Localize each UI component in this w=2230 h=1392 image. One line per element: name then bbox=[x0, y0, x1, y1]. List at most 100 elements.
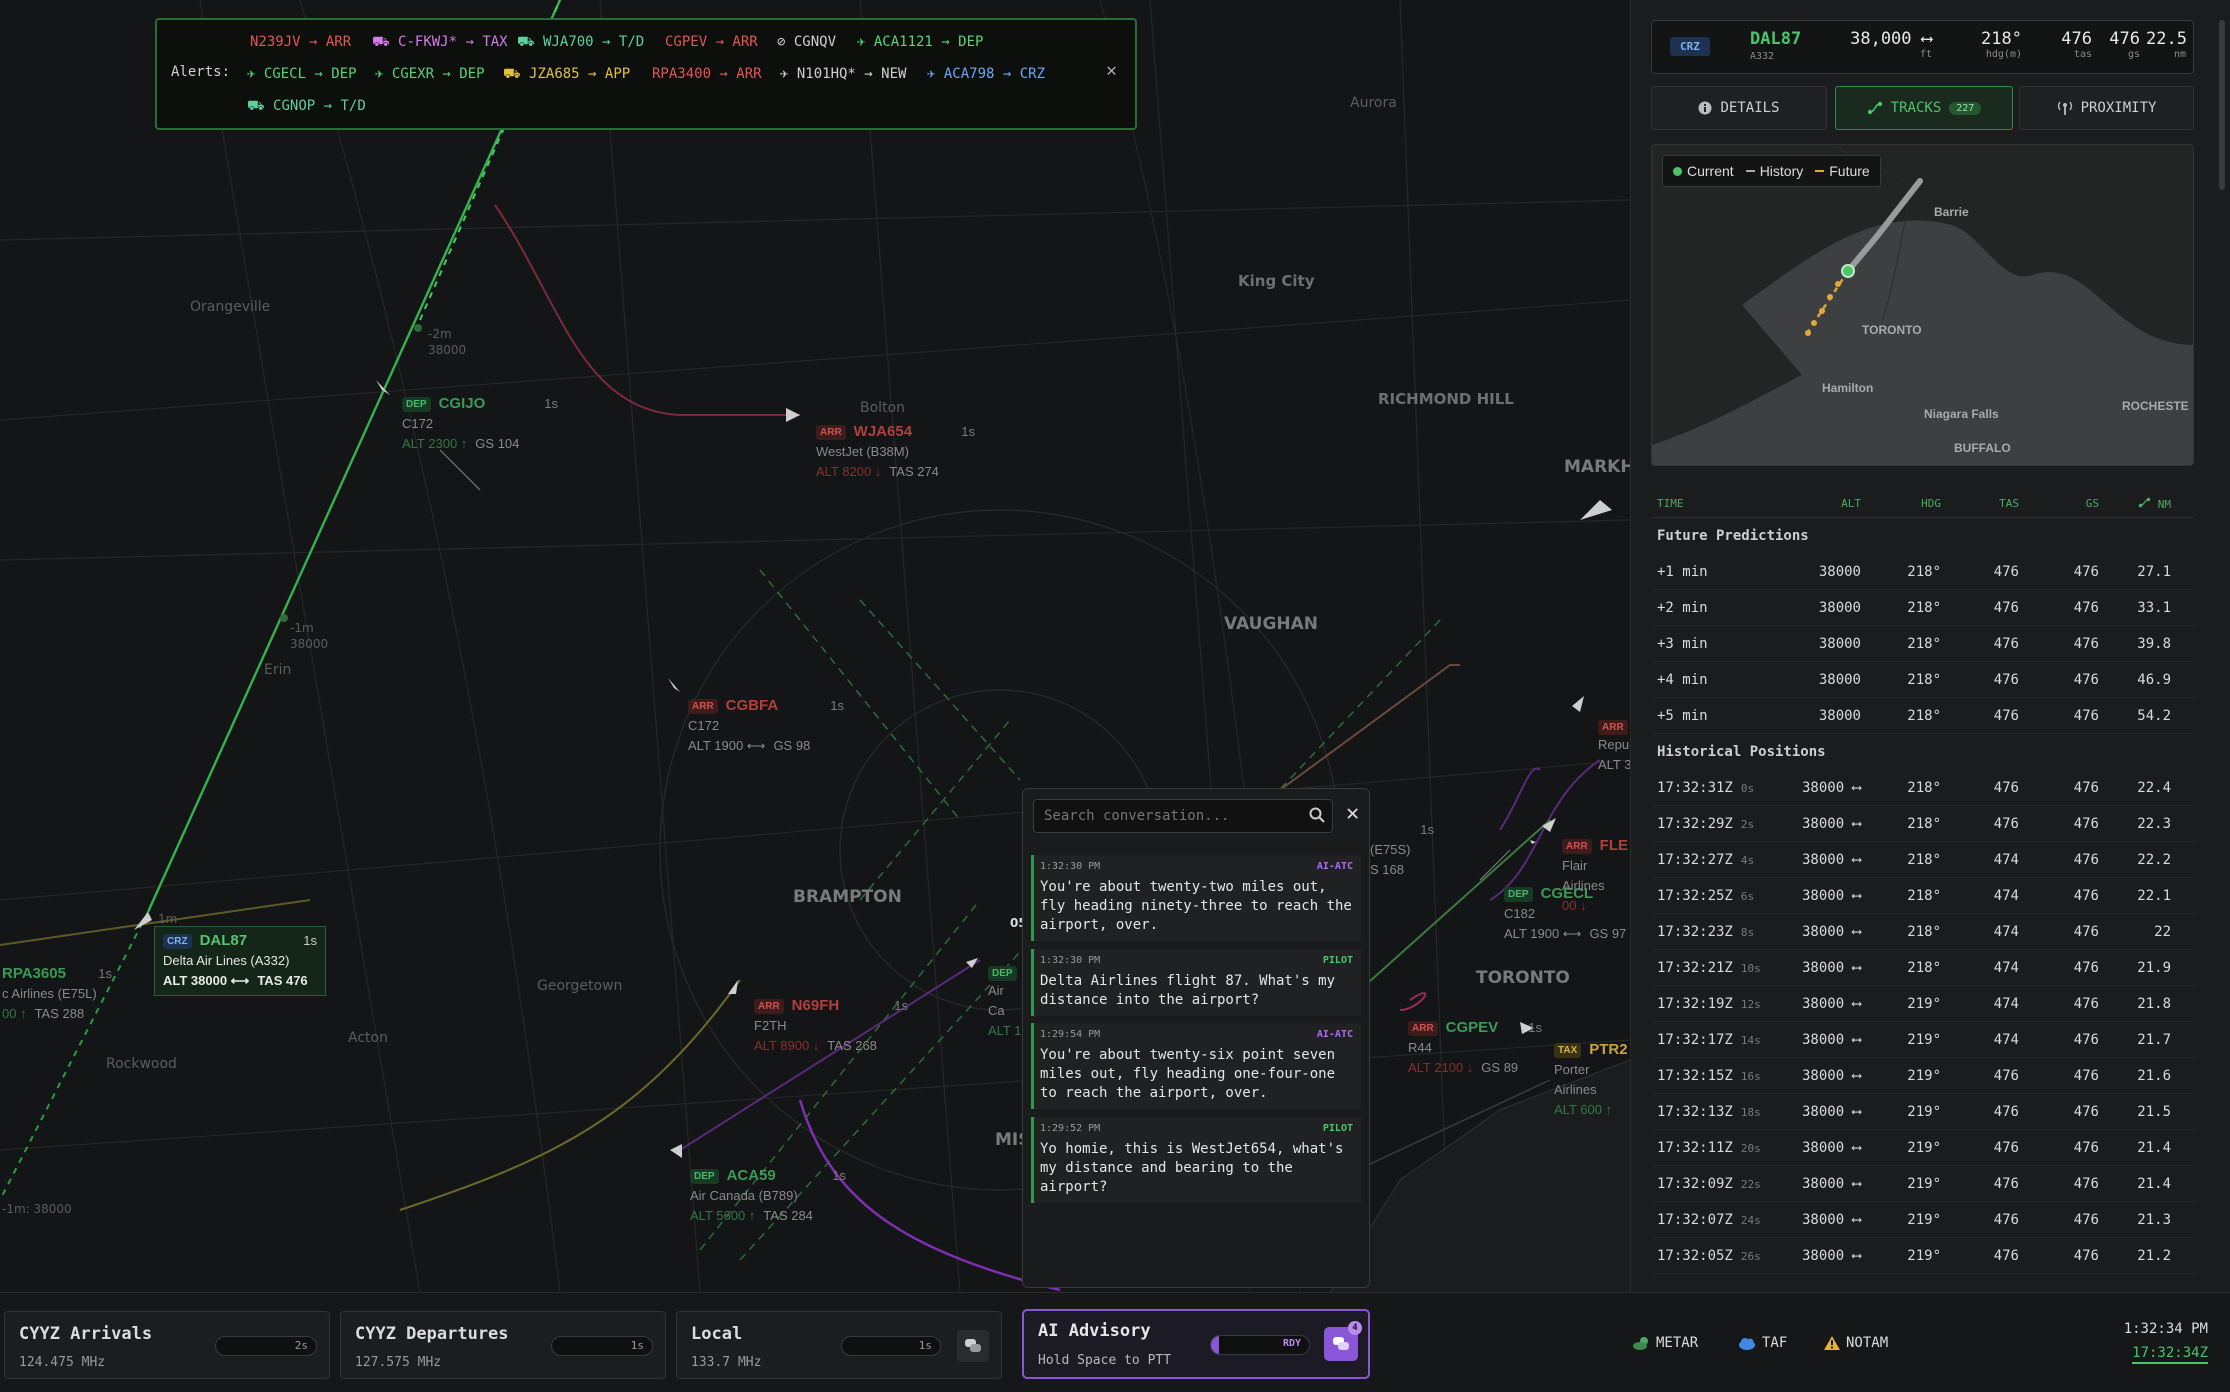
future-row[interactable]: +5 min 38000 218° 476 476 54.2 bbox=[1651, 698, 2194, 734]
alert-item[interactable]: RPA3400 → ARR bbox=[652, 66, 762, 82]
history-row[interactable]: 17:32:25Z 6s 38000 ⟷ 218° 474 476 22.1 bbox=[1651, 878, 2194, 914]
altitude: ALT 1900 ⟷ bbox=[688, 738, 766, 753]
history-row[interactable]: 17:32:15Z 16s 38000 ⟷ 219° 476 476 21.6 bbox=[1651, 1058, 2194, 1094]
table-cell: 21.3 bbox=[2137, 1211, 2171, 1228]
radar-map[interactable]: Orangeville King City Aurora RICHMOND HI… bbox=[0, 0, 1630, 1292]
frequency-cyyz-arrivals[interactable]: CYYZ Arrivals 124.475 MHz 2s bbox=[4, 1311, 330, 1379]
table-cell: 22.1 bbox=[2137, 887, 2171, 904]
close-alerts-button[interactable]: ✕ bbox=[1106, 60, 1117, 81]
table-cell: 17:32:05Z 26s bbox=[1651, 1248, 1786, 1264]
search-conversation-input[interactable] bbox=[1033, 799, 1333, 833]
alert-item[interactable]: ⛟ WJA700 → T/D bbox=[517, 34, 644, 52]
alert-item[interactable]: ✈ CGEXR → DEP bbox=[375, 66, 485, 82]
table-cell: 476 bbox=[2073, 815, 2099, 832]
aircraft-block-repu[interactable]: ARR Repu ALT 3 bbox=[1590, 716, 1630, 779]
history-row[interactable]: 17:32:19Z 12s 38000 ⟷ 219° 474 476 21.8 bbox=[1651, 986, 2194, 1022]
minimap-city: TORONTO bbox=[1862, 323, 1922, 337]
track-minimap[interactable]: Current History Future Barrie TORONTO Ha… bbox=[1651, 144, 2194, 466]
frequency-mhz: 124.475 MHz bbox=[19, 1355, 106, 1370]
aircraft-block-dal87[interactable]: CRZ DAL87 1s Delta Air Lines (A332) ALT 38… bbox=[154, 926, 326, 996]
table-cell: 476 bbox=[2073, 887, 2099, 904]
table-cell: 476 bbox=[2073, 959, 2099, 976]
aircraft-block-cgpev[interactable]: ARR CGPEV 1s R44 ALT 2100 ↓ GS 89 bbox=[1400, 1014, 1550, 1082]
history-row[interactable]: 17:32:11Z 20s 38000 ⟷ 219° 476 476 21.4 bbox=[1651, 1130, 2194, 1166]
alert-item[interactable]: ⛟ C-FKWJ* → TAX bbox=[372, 34, 508, 52]
minimap-city: Niagara Falls bbox=[1924, 407, 1999, 421]
alert-item[interactable]: ⊘ CGNQV bbox=[777, 34, 836, 50]
aircraft-block-airca[interactable]: DEP Air Ca ALT 1 bbox=[980, 962, 1022, 1045]
panel-scrollbar[interactable] bbox=[2219, 20, 2225, 190]
table-cell: 476 bbox=[1993, 1175, 2019, 1192]
close-conversation-button[interactable]: ✕ bbox=[1346, 801, 1359, 826]
tab-tracks[interactable]: TRACKS 227 bbox=[1835, 86, 2013, 130]
taf-button[interactable]: TAF bbox=[1738, 1335, 1787, 1351]
search-icon[interactable] bbox=[1309, 807, 1325, 823]
aircraft-block-e75s[interactable]: 1s (E75S) S 168 bbox=[1362, 816, 1442, 884]
alert-item[interactable]: N239JV → ARR bbox=[250, 34, 351, 50]
age: 12s bbox=[1740, 997, 1761, 1011]
city-label: Acton bbox=[348, 1030, 388, 1046]
table-cell: 38000 ⟷ bbox=[1801, 851, 1861, 868]
frequency-name: CYYZ Arrivals bbox=[19, 1324, 153, 1344]
alert-item[interactable]: ✈ ACA1121 → DEP bbox=[857, 34, 983, 50]
track-table: TIME ALT HDG TAS GS NM Future Prediction… bbox=[1651, 490, 2194, 1274]
table-cell: 476 bbox=[1993, 1211, 2019, 1228]
aircraft-block-cgbfa[interactable]: ARR CGBFA 1s C172 ALT 1900 ⟷ GS 98 bbox=[680, 692, 852, 760]
aircraft-block-rpa3605[interactable]: RPA3605 1s c Airlines (E75L) 00 ↑ TAS 288 bbox=[0, 960, 120, 1028]
history-row[interactable]: 17:32:09Z 22s 38000 ⟷ 219° 476 476 21.4 bbox=[1651, 1166, 2194, 1202]
aircraft-block-ptr2[interactable]: TAX PTR2 Porter Airlines ALT 600 ↑ bbox=[1546, 1036, 1630, 1124]
chat-toggle-button[interactable] bbox=[957, 1330, 989, 1362]
frequency-local[interactable]: Local 133.7 MHz 1s bbox=[676, 1311, 1002, 1379]
table-cell: 17:32:27Z 4s bbox=[1651, 852, 1786, 868]
history-row[interactable]: 17:32:27Z 4s 38000 ⟷ 218° 474 476 22.2 bbox=[1651, 842, 2194, 878]
alert-item[interactable]: ⛟ CGNOP → T/D bbox=[247, 98, 366, 116]
history-row[interactable]: 17:32:17Z 14s 38000 ⟷ 219° 474 476 21.7 bbox=[1651, 1022, 2194, 1058]
minimap-city: Hamilton bbox=[1822, 381, 1874, 395]
aircraft-block-cgijo[interactable]: DEP CGIJO 1s C172 ALT 2300 ↑ GS 104 bbox=[394, 390, 566, 458]
history-row[interactable]: 17:32:05Z 26s 38000 ⟷ 219° 476 476 21.2 bbox=[1651, 1238, 2194, 1274]
history-row[interactable]: 17:32:31Z 0s 38000 ⟷ 218° 476 476 22.4 bbox=[1651, 770, 2194, 806]
history-row[interactable]: 17:32:07Z 24s 38000 ⟷ 219° 476 476 21.3 bbox=[1651, 1202, 2194, 1238]
column-header: TIME bbox=[1657, 497, 1684, 510]
tab-details[interactable]: DETAILS bbox=[1651, 86, 1827, 130]
track-time-label: -1m 38000 bbox=[290, 621, 329, 651]
table-cell: 476 bbox=[2073, 1175, 2099, 1192]
aircraft-block-fle[interactable]: ARR FLE Flair Airlines 00 ↓ bbox=[1554, 832, 1630, 920]
notam-button[interactable]: NOTAM bbox=[1824, 1335, 1888, 1351]
alert-item[interactable]: ⛟ JZA685 → APP bbox=[503, 66, 630, 84]
future-row[interactable]: +2 min 38000 218° 476 476 33.1 bbox=[1651, 590, 2194, 626]
conversation-panel: ✕ 1:32:30 PM AI-ATC You're about twenty-t… bbox=[1022, 788, 1370, 1288]
ai-advisory-button[interactable]: AI Advisory Hold Space to PTT RDY 4 bbox=[1022, 1309, 1370, 1379]
table-cell: 219° bbox=[1907, 1139, 1941, 1156]
tab-proximity[interactable]: PROXIMITY bbox=[2019, 86, 2194, 130]
callsign: ACA59 bbox=[726, 1167, 776, 1184]
callsign: FLE bbox=[1599, 837, 1629, 854]
history-row[interactable]: 17:32:13Z 18s 38000 ⟷ 219° 476 476 21.5 bbox=[1651, 1094, 2194, 1130]
table-cell: 474 bbox=[1993, 1031, 2019, 1048]
history-row[interactable]: 17:32:23Z 8s 38000 ⟷ 218° 474 476 22 bbox=[1651, 914, 2194, 950]
aircraft-block-wja654[interactable]: ARR WJA654 1s WestJet (B38M) ALT 8200 ↓ TAS… bbox=[808, 418, 983, 486]
future-row[interactable]: +3 min 38000 218° 476 476 39.8 bbox=[1651, 626, 2194, 662]
future-row[interactable]: +4 min 38000 218° 476 476 46.9 bbox=[1651, 662, 2194, 698]
speed: TAS 268 bbox=[827, 1038, 877, 1053]
message-time: 1:29:52 PM bbox=[1040, 1123, 1101, 1134]
table-cell: 22.2 bbox=[2137, 851, 2171, 868]
alert-item[interactable]: ✈ N101HQ* → NEW bbox=[780, 66, 906, 82]
aircraft-type: Repu bbox=[1598, 737, 1630, 752]
age: 22s bbox=[1740, 1177, 1761, 1191]
column-header: ALT bbox=[1841, 497, 1861, 510]
table-cell: 218° bbox=[1907, 671, 1941, 688]
alert-item[interactable]: ✈ CGECL → DEP bbox=[247, 66, 357, 82]
future-row[interactable]: +1 min 38000 218° 476 476 27.1 bbox=[1651, 554, 2194, 590]
history-row[interactable]: 17:32:21Z 10s 38000 ⟷ 218° 474 476 21.9 bbox=[1651, 950, 2194, 986]
table-cell: 218° bbox=[1907, 959, 1941, 976]
frequency-cyyz-departures[interactable]: CYYZ Departures 127.575 MHz 1s bbox=[340, 1311, 666, 1379]
history-row[interactable]: 17:32:29Z 2s 38000 ⟷ 218° 476 476 22.3 bbox=[1651, 806, 2194, 842]
aircraft-block-aca59[interactable]: DEP ACA59 1s Air Canada (B789) ALT 5600 ↑ T… bbox=[682, 1162, 854, 1230]
alert-item[interactable]: ✈ ACA798 → CRZ bbox=[927, 66, 1045, 82]
aircraft-block-n69fh[interactable]: ARR N69FH 1s F2TH ALT 8900 ↓ TAS 268 bbox=[746, 992, 916, 1060]
table-cell: 476 bbox=[1993, 815, 2019, 832]
alert-item[interactable]: CGPEV → ARR bbox=[665, 34, 758, 50]
table-cell: 476 bbox=[2073, 1031, 2099, 1048]
metar-button[interactable]: METAR bbox=[1632, 1335, 1698, 1351]
